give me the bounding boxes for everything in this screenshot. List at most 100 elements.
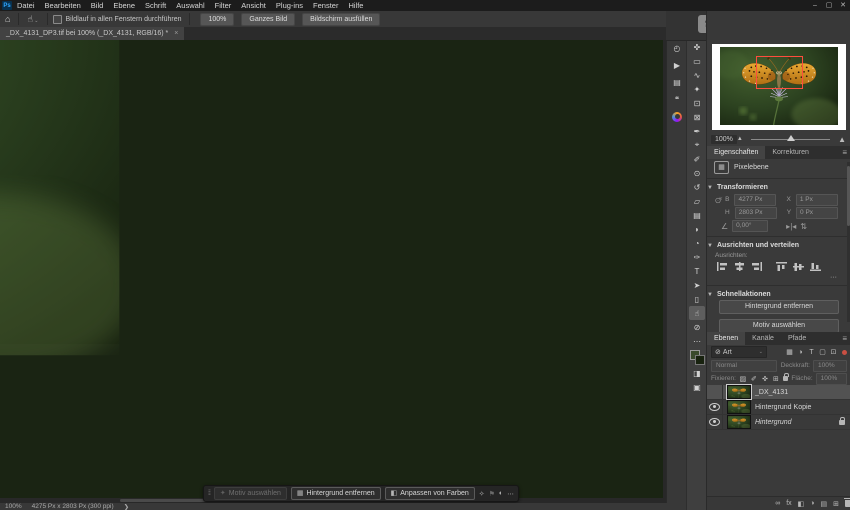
zoom-in-mountain-icon[interactable]: ▲: [838, 135, 846, 144]
scroll-all-windows-checkbox[interactable]: [53, 15, 62, 24]
document-tab[interactable]: _DX_4131_DP3.tif bei 100% (_DX_4131, RGB…: [0, 27, 184, 40]
blend-mode-select[interactable]: Normal: [711, 360, 777, 372]
visibility-toggle-empty[interactable]: [707, 385, 723, 399]
lock-all-icon[interactable]: [783, 376, 788, 381]
fit-screen-button[interactable]: Ganzes Bild: [241, 13, 295, 26]
zoom-tool[interactable]: ⊘: [689, 320, 705, 334]
collapse-transform-icon[interactable]: ▼: [707, 185, 713, 191]
status-arrow-icon[interactable]: ❯: [124, 503, 129, 510]
close-button[interactable]: ✕: [836, 0, 850, 11]
layer-name[interactable]: Hintergrund: [755, 419, 792, 426]
image-canvas[interactable]: [0, 40, 663, 498]
new-layer-icon[interactable]: ⊞: [833, 500, 839, 508]
more-tools-icon[interactable]: ⋯: [689, 334, 705, 348]
layer-row-hintergrund-kopie[interactable]: Hintergrund Kopie: [707, 400, 850, 415]
x-field[interactable]: 1 Px: [796, 194, 838, 206]
navigator-proxy-view-rect[interactable]: [756, 56, 803, 89]
align-bottom-icon[interactable]: [810, 262, 821, 271]
menu-bild[interactable]: Bild: [86, 0, 109, 11]
angle-field[interactable]: 0,00°: [732, 220, 768, 232]
flag-icon[interactable]: ⚑: [489, 490, 495, 498]
healing-brush-tool[interactable]: ⌖: [689, 138, 705, 152]
layer-mask-icon[interactable]: ◧: [798, 500, 805, 508]
tab-pfade[interactable]: Pfade: [781, 332, 813, 345]
navigator-zoom-slider[interactable]: [751, 139, 830, 140]
screen-mode-button[interactable]: ▣: [689, 380, 705, 394]
dodge-tool[interactable]: ◔: [689, 236, 705, 250]
visibility-toggle[interactable]: [707, 415, 723, 429]
clone-stamp-tool[interactable]: ⊙: [689, 166, 705, 180]
layers-panel-menu-icon[interactable]: ≡: [838, 332, 850, 345]
color-swatches[interactable]: [689, 350, 705, 364]
fill-field[interactable]: 100%: [816, 373, 847, 385]
filter-shape-layers-icon[interactable]: ▢: [818, 348, 827, 356]
delete-layer-icon[interactable]: [845, 500, 850, 507]
collapse-align-icon[interactable]: ▼: [707, 243, 713, 249]
layer-thumbnail[interactable]: [727, 385, 751, 399]
eraser-tool[interactable]: ▱: [689, 194, 705, 208]
menu-ansicht[interactable]: Ansicht: [236, 0, 271, 11]
background-color[interactable]: [695, 355, 705, 365]
flip-vertical-icon[interactable]: ⇅: [800, 222, 807, 231]
history-panel-icon[interactable]: ◴: [667, 40, 687, 57]
navigator-zoom-value[interactable]: 100%: [711, 135, 737, 144]
fill-screen-button[interactable]: Bildschirm ausfüllen: [302, 13, 380, 26]
align-right-icon[interactable]: [751, 262, 762, 271]
actions-panel-icon[interactable]: ▶: [667, 57, 687, 74]
zoom-100-button[interactable]: 100%: [200, 13, 234, 26]
eye-icon[interactable]: [709, 403, 720, 411]
link-dimensions-icon[interactable]: 🜚︎: [715, 191, 723, 208]
lock-position-icon[interactable]: ✜: [761, 375, 769, 383]
tab-close-icon[interactable]: ×: [174, 27, 178, 40]
properties-panel-menu-icon[interactable]: ≡: [838, 146, 850, 159]
filter-adjustment-layers-icon[interactable]: ◑: [796, 349, 805, 356]
status-zoom-value[interactable]: 100%: [5, 503, 22, 510]
quick-selection-tool[interactable]: ✦: [689, 82, 705, 96]
align-left-icon[interactable]: [717, 262, 728, 271]
blur-tool[interactable]: ◗: [689, 222, 705, 236]
layer-effects-icon[interactable]: fx: [786, 500, 791, 507]
zoom-out-mountain-icon[interactable]: ▲: [737, 136, 743, 142]
wand-icon[interactable]: ✧: [479, 490, 485, 498]
filter-toggle-icon[interactable]: [842, 350, 847, 355]
marquee-tool[interactable]: ▭: [689, 54, 705, 68]
menu-plugins[interactable]: Plug-ins: [271, 0, 308, 11]
type-tool[interactable]: T: [689, 264, 705, 278]
tab-korrekturen[interactable]: Korrekturen: [765, 146, 816, 159]
align-top-icon[interactable]: [776, 262, 787, 271]
eyedropper-tool[interactable]: ✒: [689, 124, 705, 138]
layer-row-hintergrund[interactable]: Hintergrund: [707, 415, 850, 430]
home-icon[interactable]: ⌂: [0, 14, 15, 24]
eye-icon[interactable]: [709, 418, 720, 426]
height-field[interactable]: 2803 Px: [735, 207, 777, 219]
shape-tool[interactable]: ▯: [689, 292, 705, 306]
remove-background-button[interactable]: ▦ Hintergrund entfernen: [291, 487, 381, 500]
menu-fenster[interactable]: Fenster: [308, 0, 343, 11]
taskbar-grip-handle[interactable]: ⁞⁞: [208, 490, 210, 497]
opacity-field[interactable]: 100%: [813, 360, 847, 372]
move-tool[interactable]: ✜: [689, 40, 705, 54]
comments-panel-icon[interactable]: ❝: [667, 91, 687, 108]
layer-filter-dropdown[interactable]: ⊘ Art ⌄: [711, 346, 767, 358]
history-brush-tool[interactable]: ↺: [689, 180, 705, 194]
more-options-icon[interactable]: ⋯: [507, 490, 514, 498]
layer-name[interactable]: _DX_4131: [755, 389, 788, 396]
quick-mask-button[interactable]: ◨: [689, 366, 705, 380]
tab-ebenen[interactable]: Ebenen: [707, 332, 745, 345]
navigator-thumbnail[interactable]: [712, 44, 846, 130]
collapse-quick-actions-icon[interactable]: ▼: [707, 292, 713, 298]
lock-artboard-icon[interactable]: ⊞: [772, 375, 780, 383]
menu-filter[interactable]: Filter: [210, 0, 237, 11]
layer-name[interactable]: Hintergrund Kopie: [755, 404, 811, 411]
layer-row-dx4131[interactable]: _DX_4131: [707, 385, 850, 400]
pen-tool[interactable]: ✑: [689, 250, 705, 264]
adjustment-layer-icon[interactable]: ◑: [810, 500, 814, 507]
minimize-button[interactable]: –: [808, 0, 822, 11]
align-more-icon[interactable]: ···: [830, 274, 837, 281]
lasso-tool[interactable]: ∿: [689, 68, 705, 82]
select-subject-quick-button[interactable]: Motiv auswählen: [719, 319, 839, 333]
remove-background-quick-button[interactable]: Hintergrund entfernen: [719, 300, 839, 314]
flip-horizontal-icon[interactable]: ▸|◂: [786, 222, 796, 231]
lock-paint-icon[interactable]: ✐: [750, 375, 758, 383]
y-field[interactable]: 0 Px: [796, 207, 838, 219]
